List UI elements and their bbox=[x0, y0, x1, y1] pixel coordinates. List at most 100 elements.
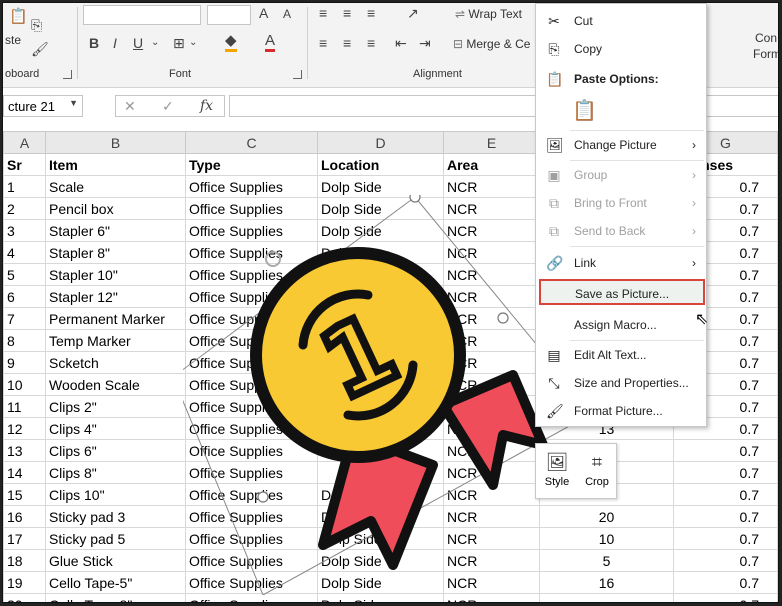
cell[interactable]: 2 bbox=[3, 197, 46, 220]
cell[interactable]: Office Supplies bbox=[185, 175, 318, 198]
cell[interactable] bbox=[317, 307, 444, 330]
cell[interactable]: NCR bbox=[443, 175, 540, 198]
cell[interactable]: Dolp Side bbox=[317, 527, 444, 550]
cell[interactable]: 20 bbox=[3, 593, 46, 602]
header-cell[interactable]: Location bbox=[317, 153, 444, 176]
cell[interactable]: NCR bbox=[443, 373, 540, 396]
cell[interactable]: 0.7 bbox=[673, 549, 778, 572]
wrap-text-button[interactable]: ⇌ Wrap Text bbox=[455, 7, 522, 21]
bold-button[interactable]: B bbox=[89, 35, 99, 51]
cell[interactable]: 9 bbox=[3, 351, 46, 374]
cell[interactable]: Wooden Scale bbox=[45, 373, 186, 396]
menu-item-size-properties[interactable]: ⤡ Size and Properties... bbox=[536, 370, 706, 396]
cell[interactable]: 0.7 bbox=[673, 439, 778, 462]
cell[interactable]: 5 bbox=[539, 549, 674, 572]
menu-item-assign-macro[interactable]: Assign Macro... bbox=[536, 312, 706, 338]
cell[interactable]: Office Supplies bbox=[185, 197, 318, 220]
cell[interactable]: NCR bbox=[443, 483, 540, 506]
paste-button-label[interactable]: ste bbox=[5, 33, 21, 47]
cell[interactable]: NCR bbox=[443, 307, 540, 330]
align-right-icon[interactable]: ≡ bbox=[367, 35, 375, 51]
cell[interactable]: 10 bbox=[539, 527, 674, 550]
format-painter-icon[interactable]: 🖌 bbox=[31, 41, 49, 58]
cell[interactable]: Scale bbox=[45, 175, 186, 198]
font-launcher[interactable] bbox=[293, 70, 302, 79]
fill-color-icon[interactable]: ◆ bbox=[225, 33, 237, 52]
cell[interactable]: Office Supplies bbox=[185, 417, 318, 440]
cell[interactable]: Stapler 6" bbox=[45, 219, 186, 242]
cell[interactable]: Dolp Side bbox=[317, 571, 444, 594]
cell[interactable]: NCR bbox=[443, 219, 540, 242]
cancel-icon[interactable]: ✕ bbox=[124, 98, 136, 115]
increase-font-icon[interactable]: A bbox=[259, 5, 268, 21]
column-header-d[interactable]: D bbox=[317, 131, 444, 154]
cell[interactable]: Pencil box bbox=[45, 197, 186, 220]
italic-button[interactable]: I bbox=[113, 35, 117, 51]
cell[interactable]: NCR bbox=[443, 329, 540, 352]
cell[interactable]: Office Supplies bbox=[185, 329, 318, 352]
header-cell[interactable]: Sr bbox=[3, 153, 46, 176]
cell[interactable]: NCR bbox=[443, 417, 540, 440]
cell[interactable]: Stapler 12" bbox=[45, 285, 186, 308]
paste-icon[interactable]: 📋 bbox=[9, 7, 28, 25]
crop-button[interactable]: ⌗ Crop bbox=[578, 448, 616, 496]
cell[interactable]: Dolp Side bbox=[317, 593, 444, 602]
cell[interactable]: Sticky pad 5 bbox=[45, 527, 186, 550]
style-button[interactable]: 🖼 Style bbox=[538, 448, 576, 496]
borders-icon[interactable]: ⊞ bbox=[173, 35, 185, 52]
cell[interactable]: Office Supplies bbox=[185, 307, 318, 330]
cell[interactable]: NCR bbox=[443, 461, 540, 484]
font-size-combo[interactable] bbox=[207, 5, 251, 25]
cell[interactable]: 0.7 bbox=[673, 461, 778, 484]
cell[interactable]: Office Supplies bbox=[185, 549, 318, 572]
align-center-icon[interactable]: ≡ bbox=[343, 35, 351, 51]
format-as-table-label[interactable]: Form bbox=[753, 47, 778, 61]
orientation-icon[interactable]: ↗ bbox=[407, 5, 419, 22]
cell[interactable]: Dolp Side bbox=[317, 219, 444, 242]
menu-item-group[interactable]: ▣ Group › bbox=[536, 162, 706, 188]
align-top-icon[interactable]: ≡ bbox=[319, 5, 327, 21]
paste-picture-option-icon[interactable]: 📋 bbox=[572, 98, 598, 126]
cell[interactable]: 10 bbox=[3, 373, 46, 396]
cell[interactable]: Dolp Side bbox=[317, 197, 444, 220]
cell[interactable] bbox=[317, 329, 444, 352]
cell[interactable]: Office Supplies bbox=[185, 219, 318, 242]
cell[interactable] bbox=[317, 395, 444, 418]
cell[interactable]: Office Supplies bbox=[185, 439, 318, 462]
cell[interactable]: Clips 10" bbox=[45, 483, 186, 506]
cell[interactable]: Dolp Side bbox=[317, 483, 444, 506]
cell[interactable]: Office Supplies bbox=[185, 241, 318, 264]
cell[interactable]: 11 bbox=[3, 395, 46, 418]
name-box[interactable]: cture 21 ▼ bbox=[3, 95, 83, 117]
cell[interactable]: 13 bbox=[3, 439, 46, 462]
cell[interactable]: Office Supplies bbox=[185, 505, 318, 528]
cell[interactable]: NCR bbox=[443, 197, 540, 220]
cell[interactable]: Office Supplies bbox=[185, 461, 318, 484]
cell[interactable] bbox=[317, 351, 444, 374]
name-box-dropdown-icon[interactable]: ▼ bbox=[69, 98, 78, 108]
column-header-a[interactable]: A bbox=[3, 131, 46, 154]
column-header-b[interactable]: B bbox=[45, 131, 186, 154]
cell[interactable]: 5 bbox=[3, 263, 46, 286]
cell[interactable]: Temp Marker bbox=[45, 329, 186, 352]
cell[interactable]: Office Supplies bbox=[185, 263, 318, 286]
cell[interactable]: 12 bbox=[3, 417, 46, 440]
column-header-c[interactable]: C bbox=[185, 131, 318, 154]
cell[interactable]: Clips 4" bbox=[45, 417, 186, 440]
clipboard-launcher[interactable] bbox=[63, 70, 72, 79]
cell[interactable]: Cello Tape-8" bbox=[45, 593, 186, 602]
cell[interactable]: NCR bbox=[443, 549, 540, 572]
merge-center-button[interactable]: ⊟ Merge & Ce bbox=[453, 37, 530, 51]
cell[interactable]: NCR bbox=[443, 505, 540, 528]
cell[interactable]: Dolp Side bbox=[317, 241, 444, 264]
underline-button[interactable]: U bbox=[133, 35, 143, 51]
cell[interactable]: 1 bbox=[3, 175, 46, 198]
cell[interactable]: 0.7 bbox=[673, 483, 778, 506]
cell[interactable]: Stapler 10" bbox=[45, 263, 186, 286]
cell[interactable]: Office Supplies bbox=[185, 285, 318, 308]
cell[interactable]: Sticky pad 3 bbox=[45, 505, 186, 528]
cell[interactable]: NCR bbox=[443, 439, 540, 462]
cell[interactable]: 19 bbox=[3, 571, 46, 594]
align-left-icon[interactable]: ≡ bbox=[319, 35, 327, 51]
underline-dropdown-icon[interactable]: ⌄ bbox=[151, 37, 159, 48]
